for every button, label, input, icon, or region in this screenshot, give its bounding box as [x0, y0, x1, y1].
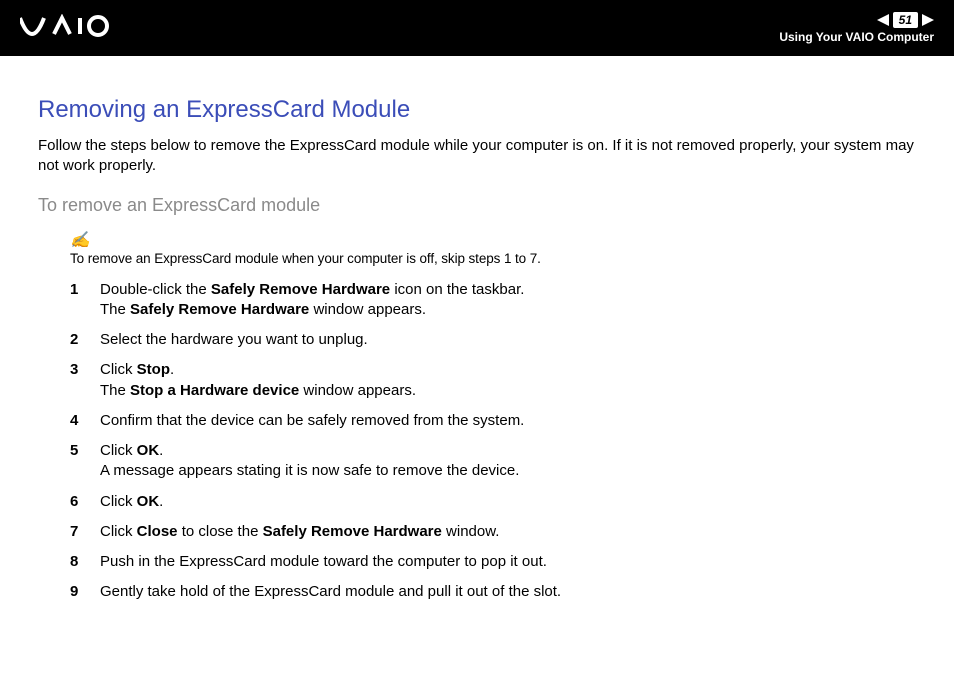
step-item: 5Click OK.A message appears stating it i…: [70, 441, 916, 482]
step-body: Push in the ExpressCard module toward th…: [100, 552, 916, 572]
step-item: 2Select the hardware you want to unplug.: [70, 330, 916, 350]
step-body: Confirm that the device can be safely re…: [100, 411, 916, 431]
step-number: 5: [70, 441, 100, 482]
step-item: 7Click Close to close the Safely Remove …: [70, 522, 916, 542]
vaio-logo: [20, 14, 130, 43]
header-right: 51 Using Your VAIO Computer: [779, 12, 934, 44]
step-body: Gently take hold of the ExpressCard modu…: [100, 582, 916, 602]
step-number: 4: [70, 411, 100, 431]
step-item: 1Double-click the Safely Remove Hardware…: [70, 280, 916, 321]
header-subtitle: Using Your VAIO Computer: [779, 30, 934, 44]
step-number: 3: [70, 360, 100, 401]
page-title: Removing an ExpressCard Module: [38, 96, 916, 124]
page-content: Removing an ExpressCard Module Follow th…: [0, 56, 954, 603]
note-icon: ✍: [70, 230, 916, 250]
page-nav: 51: [877, 12, 934, 28]
prev-page-arrow-icon[interactable]: [877, 14, 889, 26]
page-number: 51: [893, 12, 918, 28]
step-body: Click Stop.The Stop a Hardware device wi…: [100, 360, 916, 401]
step-item: 6Click OK.: [70, 492, 916, 512]
step-item: 8Push in the ExpressCard module toward t…: [70, 552, 916, 572]
step-body: Select the hardware you want to unplug.: [100, 330, 916, 350]
step-body: Double-click the Safely Remove Hardware …: [100, 280, 916, 321]
steps-list: 1Double-click the Safely Remove Hardware…: [70, 280, 916, 603]
note-text: To remove an ExpressCard module when you…: [70, 251, 541, 266]
intro-paragraph: Follow the steps below to remove the Exp…: [38, 136, 916, 177]
page-header: 51 Using Your VAIO Computer: [0, 0, 954, 56]
step-number: 8: [70, 552, 100, 572]
step-number: 6: [70, 492, 100, 512]
step-body: Click OK.A message appears stating it is…: [100, 441, 916, 482]
step-number: 7: [70, 522, 100, 542]
step-item: 3Click Stop.The Stop a Hardware device w…: [70, 360, 916, 401]
subheading: To remove an ExpressCard module: [38, 195, 916, 216]
step-number: 1: [70, 280, 100, 321]
step-number: 9: [70, 582, 100, 602]
step-number: 2: [70, 330, 100, 350]
next-page-arrow-icon[interactable]: [922, 14, 934, 26]
step-body: Click OK.: [100, 492, 916, 512]
step-item: 4Confirm that the device can be safely r…: [70, 411, 916, 431]
step-body: Click Close to close the Safely Remove H…: [100, 522, 916, 542]
step-item: 9Gently take hold of the ExpressCard mod…: [70, 582, 916, 602]
note-block: ✍ To remove an ExpressCard module when y…: [70, 230, 916, 268]
